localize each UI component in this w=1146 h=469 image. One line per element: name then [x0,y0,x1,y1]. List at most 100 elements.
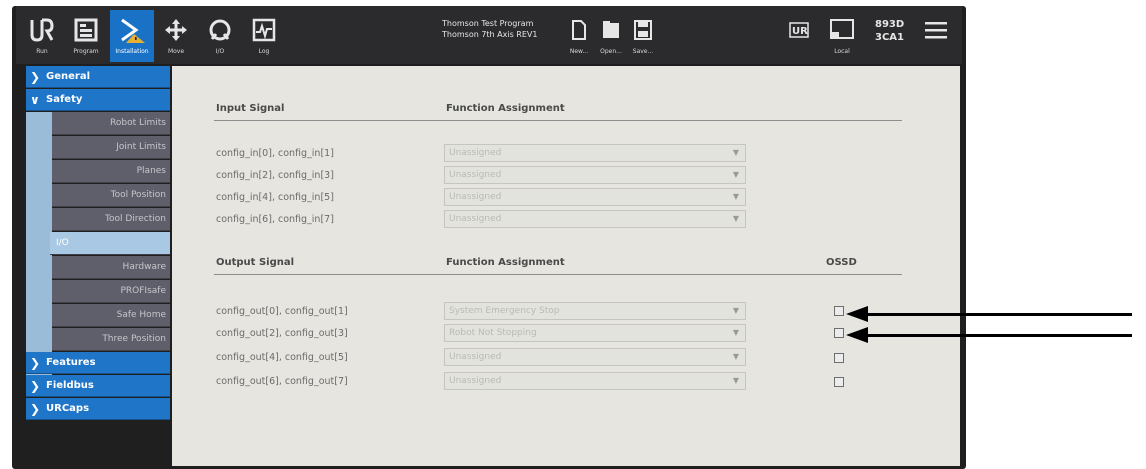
tab-move-label: Move [167,48,185,55]
installation-icon [118,14,146,46]
sidebar-item-label: Hardware [122,262,166,272]
input-signal-label: config_in[6], config_in[7] [216,214,334,225]
output-assignment-dropdown[interactable]: Robot Not Stopping ▼ [444,324,746,342]
chevron-down-icon: ▼ [732,328,739,337]
program-title: Thomson Test Program Thomson 7th Axis RE… [442,18,537,40]
input-assignment-dropdown[interactable]: Unassigned ▼ [444,144,746,162]
dropdown-value: Unassigned [449,170,502,180]
chevron-down-icon: ▼ [732,352,739,361]
divider [214,274,902,275]
move-icon [163,14,189,46]
tab-installation[interactable]: Installation [110,10,154,62]
output-signal-label: config_out[0], config_out[1] [216,306,348,317]
sidebar-item-robot-limits[interactable]: Robot Limits [52,112,170,135]
urcaps-button[interactable]: UR [784,10,814,62]
local-mode-icon [829,14,855,46]
input-assignment-dropdown[interactable]: Unassigned ▼ [444,188,746,206]
open-button[interactable]: Open... [596,10,626,62]
ossd-checkbox[interactable] [834,353,844,363]
local-mode-button[interactable]: Local [824,10,860,62]
sidebar-group-label: General [46,71,90,82]
chevron-down-icon: ▼ [732,376,739,385]
chevron-down-icon: ▼ [732,170,739,179]
sidebar: ❯ General ∨ Safety Robot Limits Joint Li… [26,66,170,466]
chevron-down-icon: ▼ [732,148,739,157]
open-button-label: Open... [600,48,622,55]
io-safety-panel: Input Signal Function Assignment config_… [172,66,960,466]
chevron-down-icon: ▼ [732,214,739,223]
sidebar-item-label: I/O [56,238,69,248]
save-button[interactable]: Save... [628,10,658,62]
dropdown-value: Unassigned [449,376,502,386]
output-signal-label: config_out[4], config_out[5] [216,352,348,363]
sidebar-item-tool-direction[interactable]: Tool Direction [52,208,170,231]
sidebar-item-profisafe[interactable]: PROFIsafe [52,280,170,303]
input-signal-header: Input Signal [216,103,285,114]
serial-number: 893D 3CA1 [875,18,904,44]
chevron-down-icon: ∨ [30,92,40,107]
open-folder-icon [602,14,620,46]
output-assignment-dropdown[interactable]: Unassigned ▼ [444,372,746,390]
sidebar-item-label: Planes [136,166,166,176]
sidebar-group-general[interactable]: ❯ General [26,66,170,88]
output-signal-label: config_out[6], config_out[7] [216,376,348,387]
dropdown-value: Unassigned [449,214,502,224]
output-assignment-dropdown[interactable]: System Emergency Stop ▼ [444,302,746,320]
ur-logo-icon [29,14,55,46]
sidebar-group-label: Features [46,357,96,368]
tab-move[interactable]: Move [156,10,196,62]
dropdown-value: Unassigned [449,352,502,362]
sidebar-item-tool-position[interactable]: Tool Position [52,184,170,207]
output-signal-header: Output Signal [216,257,295,268]
input-assignment-dropdown[interactable]: Unassigned ▼ [444,210,746,228]
sidebar-item-hardware[interactable]: Hardware [52,256,170,279]
arrow-head-icon [846,327,868,343]
sidebar-group-fieldbus[interactable]: ❯ Fieldbus [26,375,170,397]
ossd-checkbox[interactable] [834,306,844,316]
sidebar-item-label: Three Position [102,334,166,344]
ur-small-logo-icon: UR [789,14,809,46]
output-assignment-dropdown[interactable]: Unassigned ▼ [444,348,746,366]
input-signal-label: config_in[0], config_in[1] [216,148,334,159]
dropdown-value: Robot Not Stopping [449,328,537,338]
sidebar-group-safety[interactable]: ∨ Safety [26,89,170,111]
top-toolbar: Run Program Installation Move I/O Log Th… [16,6,962,64]
sidebar-item-planes[interactable]: Planes [52,160,170,183]
ossd-checkbox[interactable] [834,328,844,338]
sidebar-group-label: Fieldbus [46,380,94,391]
sidebar-item-safe-home[interactable]: Safe Home [52,304,170,327]
tab-io[interactable]: I/O [200,10,240,62]
chevron-right-icon: ❯ [30,355,41,370]
dropdown-value: Unassigned [449,148,502,158]
ossd-checkbox[interactable] [834,377,844,387]
tab-run[interactable]: Run [22,10,62,62]
input-signal-label: config_in[2], config_in[3] [216,170,334,181]
sidebar-indent [26,112,52,383]
chevron-right-icon: ❯ [30,69,41,84]
chevron-down-icon: ▼ [732,192,739,201]
sidebar-item-joint-limits[interactable]: Joint Limits [52,136,170,159]
new-button[interactable]: New... [564,10,594,62]
input-assignment-dropdown[interactable]: Unassigned ▼ [444,166,746,184]
save-icon [634,14,652,46]
sidebar-item-label: Tool Direction [104,214,166,224]
program-name: Thomson Test Program [442,19,534,28]
tab-log[interactable]: Log [244,10,284,62]
sidebar-item-io[interactable]: I/O [50,232,170,255]
sidebar-group-features[interactable]: ❯ Features [26,352,170,374]
new-button-label: New... [569,48,589,55]
tab-run-label: Run [36,48,48,55]
sidebar-item-label: Robot Limits [110,118,166,128]
sidebar-group-label: URCaps [46,403,90,414]
sidebar-item-three-position[interactable]: Three Position [52,328,170,351]
tab-io-label: I/O [215,48,225,55]
menu-button[interactable] [918,10,954,62]
log-icon [251,14,277,46]
ossd-header: OSSD [826,257,857,268]
dropdown-value: Unassigned [449,192,502,202]
divider [214,120,902,121]
output-signal-label: config_out[2], config_out[3] [216,328,348,339]
tab-program[interactable]: Program [66,10,106,62]
sidebar-group-urcaps[interactable]: ❯ URCaps [26,398,170,420]
tab-program-label: Program [73,48,99,55]
